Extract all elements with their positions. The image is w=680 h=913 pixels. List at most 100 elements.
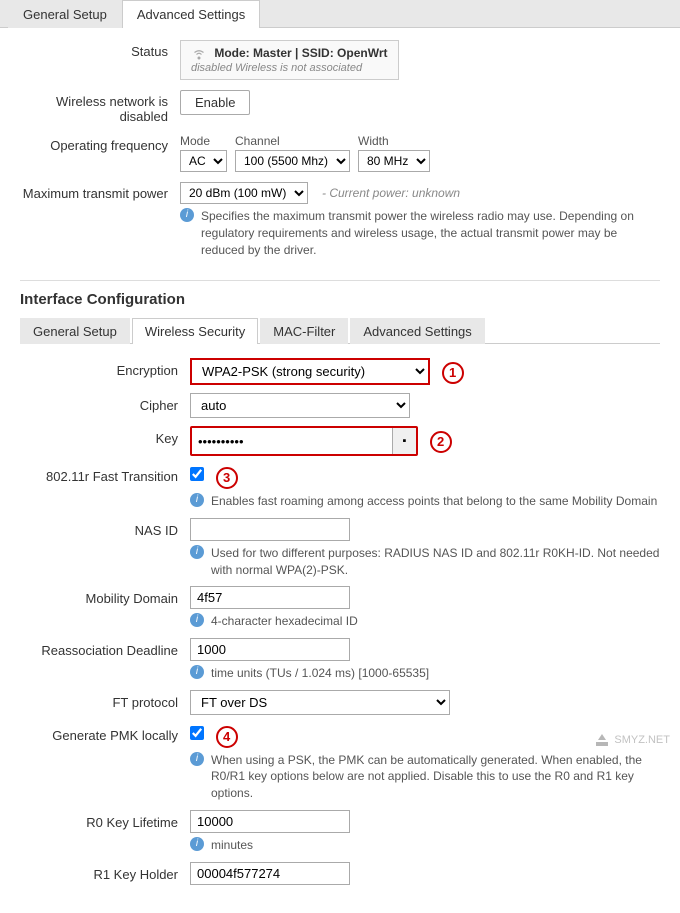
freq-row: Mode AC N A Channel 100 (5500 Mhz) 36 (5… — [180, 134, 660, 172]
encryption-select[interactable]: WPA2-PSK (strong security) WPA-PSK WPA2-… — [190, 358, 430, 385]
r1-key-holder-control — [190, 862, 660, 885]
r0-key-lifetime-control: i minutes — [190, 810, 660, 854]
cipher-row: Cipher auto AES (CCMP) TKIP — [20, 393, 660, 418]
encryption-control: WPA2-PSK (strong security) WPA-PSK WPA2-… — [190, 358, 660, 385]
nas-id-help: i Used for two different purposes: RADIU… — [190, 545, 660, 579]
fast-transition-checkbox[interactable] — [190, 467, 204, 481]
fast-transition-row: 802.11r Fast Transition 3 i Enables fast… — [20, 464, 660, 509]
fast-transition-wrapper — [190, 464, 204, 481]
watermark-icon — [594, 732, 610, 748]
transmit-help-icon: i — [180, 208, 194, 222]
mode-group: Mode AC N A — [180, 134, 227, 172]
tab-advanced-settings[interactable]: Advanced Settings — [122, 0, 260, 28]
tab-iface-security[interactable]: Wireless Security — [132, 318, 258, 344]
r1-key-holder-label: R1 Key Holder — [20, 862, 190, 882]
encryption-label: Encryption — [20, 358, 190, 378]
wifi-icon — [191, 46, 207, 62]
reassoc-deadline-label: Reassociation Deadline — [20, 638, 190, 658]
transmit-help: i Specifies the maximum transmit power t… — [180, 208, 660, 258]
password-wrapper: ▪ — [190, 426, 418, 456]
generate-pmk-label: Generate PMK locally — [20, 723, 190, 743]
key-row: Key ▪ 2 — [20, 426, 660, 456]
reassoc-deadline-help-icon: i — [190, 665, 204, 679]
key-label: Key — [20, 426, 190, 446]
cipher-select[interactable]: auto AES (CCMP) TKIP — [190, 393, 410, 418]
status-box: Mode: Master | SSID: OpenWrt disabled Wi… — [180, 40, 399, 80]
status-content: Mode: Master | SSID: OpenWrt disabled Wi… — [180, 40, 660, 80]
top-tabs: General Setup Advanced Settings — [0, 0, 680, 28]
tab-general-setup[interactable]: General Setup — [8, 0, 122, 28]
transmit-power-select[interactable]: 20 dBm (100 mW) 17 dBm (50 mW) — [180, 182, 308, 204]
cipher-label: Cipher — [20, 393, 190, 413]
fast-transition-help-icon: i — [190, 493, 204, 507]
ft-protocol-select[interactable]: FT over DS FT over Air — [190, 690, 450, 715]
generate-pmk-checkbox[interactable] — [190, 726, 204, 740]
iface-title: Interface Configuration — [20, 280, 660, 308]
key-input[interactable] — [192, 431, 392, 452]
transmit-power-label: Maximum transmit power — [20, 182, 180, 201]
width-group: Width 80 MHz 40 MHz 20 MHz — [358, 134, 430, 172]
tab-iface-general[interactable]: General Setup — [20, 318, 130, 344]
channel-label: Channel — [235, 134, 350, 148]
wireless-notice-row: Wireless network is disabled Enable — [20, 90, 660, 124]
nas-id-help-icon: i — [190, 545, 204, 559]
generate-pmk-help: i When using a PSK, the PMK can be autom… — [190, 752, 660, 802]
status-subtext: disabled Wireless is not associated — [191, 62, 388, 74]
badge-2: 2 — [430, 431, 452, 453]
tab-iface-advanced[interactable]: Advanced Settings — [350, 318, 484, 344]
fast-transition-control: 3 i Enables fast roaming among access po… — [190, 464, 660, 509]
iface-tabs: General Setup Wireless Security MAC-Filt… — [20, 318, 660, 344]
mobility-domain-row: Mobility Domain i 4-character hexadecima… — [20, 586, 660, 630]
encryption-row: Encryption WPA2-PSK (strong security) WP… — [20, 358, 660, 385]
badge-3: 3 — [216, 467, 238, 489]
ft-protocol-label: FT protocol — [20, 690, 190, 710]
r0-key-lifetime-row: R0 Key Lifetime i minutes — [20, 810, 660, 854]
channel-select[interactable]: 100 (5500 Mhz) 36 (5180 Mhz) — [235, 150, 350, 172]
transmit-row: 20 dBm (100 mW) 17 dBm (50 mW) - Current… — [180, 182, 660, 204]
width-select[interactable]: 80 MHz 40 MHz 20 MHz — [358, 150, 430, 172]
nas-id-row: NAS ID i Used for two different purposes… — [20, 518, 660, 579]
transmit-power-content: 20 dBm (100 mW) 17 dBm (50 mW) - Current… — [180, 182, 660, 258]
mobility-domain-control: i 4-character hexadecimal ID — [190, 586, 660, 630]
fast-transition-label: 802.11r Fast Transition — [20, 464, 190, 484]
generate-pmk-row: Generate PMK locally 4 i When using a PS… — [20, 723, 660, 802]
fast-transition-help: i Enables fast roaming among access poin… — [190, 493, 660, 510]
operating-frequency-row: Operating frequency Mode AC N A Channel — [20, 134, 660, 172]
ft-protocol-row: FT protocol FT over DS FT over Air — [20, 690, 660, 715]
status-row: Status Mode: Master | SSID: OpenWrt disa… — [20, 40, 660, 80]
key-control: ▪ 2 — [190, 426, 660, 456]
operating-frequency-label: Operating frequency — [20, 134, 180, 153]
current-power: - Current power: unknown — [322, 186, 460, 200]
r0-key-lifetime-help: i minutes — [190, 837, 660, 854]
enable-button[interactable]: Enable — [180, 90, 250, 115]
mode-select[interactable]: AC N A — [180, 150, 227, 172]
badge-1: 1 — [442, 362, 464, 384]
mobility-domain-label: Mobility Domain — [20, 586, 190, 606]
iface-config: Interface Configuration General Setup Wi… — [0, 280, 680, 912]
r0-key-lifetime-help-icon: i — [190, 837, 204, 851]
status-section: Status Mode: Master | SSID: OpenWrt disa… — [0, 28, 680, 280]
mobility-domain-help: i 4-character hexadecimal ID — [190, 613, 660, 630]
transmit-power-row: Maximum transmit power 20 dBm (100 mW) 1… — [20, 182, 660, 258]
wireless-notice-content: Enable — [180, 90, 660, 115]
reassoc-deadline-control: i time units (TUs / 1.024 ms) [1000-6553… — [190, 638, 660, 682]
r1-key-holder-input[interactable] — [190, 862, 350, 885]
wireless-notice-label: Wireless network is disabled — [20, 90, 180, 124]
badge-4: 4 — [216, 726, 238, 748]
encryption-wrapper: WPA2-PSK (strong security) WPA-PSK WPA2-… — [190, 358, 430, 385]
mobility-domain-input[interactable] — [190, 586, 350, 609]
r0-key-lifetime-input[interactable] — [190, 810, 350, 833]
nas-id-control: i Used for two different purposes: RADIU… — [190, 518, 660, 579]
nas-id-input[interactable] — [190, 518, 350, 541]
reassoc-deadline-row: Reassociation Deadline i time units (TUs… — [20, 638, 660, 682]
reassoc-deadline-help: i time units (TUs / 1.024 ms) [1000-6553… — [190, 665, 660, 682]
password-toggle-button[interactable]: ▪ — [392, 428, 416, 454]
r0-key-lifetime-label: R0 Key Lifetime — [20, 810, 190, 830]
status-label: Status — [20, 40, 180, 59]
reassoc-deadline-input[interactable] — [190, 638, 350, 661]
tab-iface-mac[interactable]: MAC-Filter — [260, 318, 348, 344]
generate-pmk-wrapper — [190, 723, 204, 740]
mode-label: Mode — [180, 134, 227, 148]
nas-id-label: NAS ID — [20, 518, 190, 538]
operating-frequency-content: Mode AC N A Channel 100 (5500 Mhz) 36 (5… — [180, 134, 660, 172]
